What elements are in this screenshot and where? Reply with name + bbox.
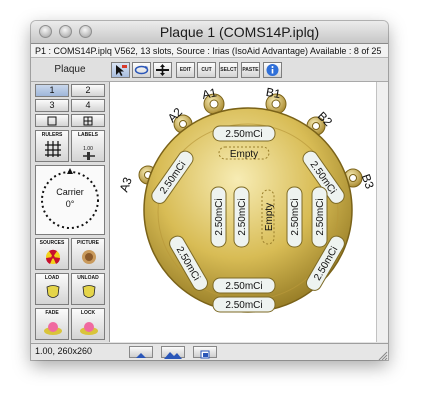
minimize-window-button[interactable] — [59, 25, 72, 38]
cut-label: CUT — [201, 67, 212, 73]
fade-button[interactable]: FADE — [35, 308, 69, 340]
view-1-button[interactable]: 1 — [35, 84, 69, 97]
large-mountain-icon — [164, 352, 182, 359]
zoom-window-button[interactable] — [79, 25, 92, 38]
carrier-label: Carrier — [56, 187, 84, 197]
grid-view-button[interactable] — [71, 114, 105, 127]
grid-icon — [83, 116, 93, 126]
plaque-canvas[interactable]: A1 B1 A2 B2 A3 B3 2.50mCi Empty 2.50mCi … — [110, 82, 376, 342]
zoom-small-button[interactable] — [129, 346, 153, 358]
square-icon — [47, 116, 57, 126]
rulers-button[interactable]: RULERS — [35, 130, 69, 162]
empty-slot-top-label: Empty — [230, 149, 258, 160]
zoom-large-button[interactable] — [161, 346, 185, 359]
unload-label: UNLOAD — [77, 275, 99, 281]
small-mountain-icon — [136, 353, 146, 358]
view-3-label: 3 — [49, 100, 55, 110]
radiation-icon — [46, 249, 60, 264]
load-button[interactable]: LOAD — [35, 273, 69, 305]
rulers-grid-icon — [45, 141, 61, 157]
paste-label: PASTE — [242, 67, 259, 73]
view-2-button[interactable]: 2 — [71, 84, 105, 97]
sources-button[interactable]: SOURCES — [35, 238, 69, 270]
eyelet-label-a3: A3 — [117, 175, 135, 194]
view-4-button[interactable]: 4 — [71, 99, 105, 112]
status-bar: 1.00, 260x260 — [31, 343, 388, 360]
lock-eye-icon — [80, 322, 98, 335]
move-tool-button[interactable] — [153, 62, 172, 78]
seed-slot-col-2-label: 2.50mCi — [237, 198, 248, 235]
seed-slot-col-5-label: 2.50mCi — [315, 198, 326, 235]
labels-slider-icon — [83, 152, 95, 160]
seed-slot-col-5[interactable]: 2.50mCi — [311, 186, 328, 248]
select-button[interactable]: SELCT — [219, 62, 238, 78]
sidebar: 1 2 3 4 RULERS LABELS 1.00 Carrier 0° SO… — [31, 82, 110, 342]
info-icon — [266, 64, 279, 76]
plaque-info-line: P1 : COMS14P.iplq V562, 13 slots, Source… — [31, 44, 388, 58]
zoom-status: 1.00, 260x260 — [35, 346, 93, 356]
labels-label: LABELS — [78, 132, 98, 138]
carrier-rotation-dial[interactable]: Carrier 0° — [35, 165, 105, 235]
seed-slot-top[interactable]: 2.50mCi — [212, 125, 276, 142]
picture-label: PICTURE — [77, 240, 99, 246]
picture-button[interactable]: PICTURE — [71, 238, 105, 270]
rotate-tool-button[interactable] — [132, 62, 151, 78]
load-plaque-icon — [46, 285, 60, 298]
plaque-label: Plaque — [54, 64, 86, 75]
seed-slot-col-4-label: 2.50mCi — [290, 198, 301, 235]
window-title: Plaque 1 (COMS14P.iplq) — [159, 24, 320, 40]
load-label: LOAD — [44, 275, 60, 281]
toolbar: Plaque EDIT CUT SELCT PASTE — [31, 59, 388, 82]
title-bar[interactable]: Plaque 1 (COMS14P.iplq) — [31, 21, 388, 44]
view-4-label: 4 — [85, 100, 91, 110]
single-view-button[interactable] — [35, 114, 69, 127]
rotate-tool-icon — [134, 65, 149, 75]
seed-slot-top-label: 2.50mCi — [225, 129, 262, 140]
cut-button[interactable]: CUT — [197, 62, 216, 78]
fade-eye-icon — [44, 322, 62, 335]
picture-icon — [82, 250, 96, 264]
paste-button[interactable]: PASTE — [241, 62, 260, 78]
empty-slot-center-label: Empty — [264, 203, 275, 231]
seed-slot-col-1-label: 2.50mCi — [214, 198, 225, 235]
seed-slot-bottom-1-label: 2.50mCi — [225, 281, 262, 292]
select-label: SELCT — [220, 67, 237, 73]
plaque-window: Plaque 1 (COMS14P.iplq) P1 : COMS14P.ipl… — [31, 21, 388, 360]
seed-slot-bottom-2-label: 2.50mCi — [225, 300, 262, 311]
arrow-tool-button[interactable] — [111, 62, 130, 78]
close-window-button[interactable] — [39, 25, 52, 38]
sources-label: SOURCES — [39, 240, 65, 246]
rulers-label: RULERS — [41, 132, 63, 138]
arrow-tool-icon — [116, 65, 127, 76]
labels-button[interactable]: LABELS 1.00 — [71, 130, 105, 162]
plaque-drawing: A1 B1 A2 B2 A3 B3 2.50mCi Empty 2.50mCi … — [117, 85, 376, 313]
fade-label: FADE — [45, 310, 59, 316]
eyelet-label-b1: B1 — [265, 85, 282, 101]
window-icon — [200, 350, 210, 359]
window-view-button[interactable] — [193, 346, 217, 359]
seed-slot-bottom-1[interactable]: 2.50mCi — [212, 277, 276, 294]
view-3-button[interactable]: 3 — [35, 99, 69, 112]
view-1-label: 1 — [49, 85, 55, 95]
move-arrows-icon — [156, 64, 169, 76]
eyelet-label-b3: B3 — [359, 172, 376, 191]
seed-slot-col-4[interactable]: 2.50mCi — [286, 186, 303, 248]
seed-slot-bottom-2[interactable]: 2.50mCi — [212, 296, 276, 313]
seed-slot-col-1[interactable]: 2.50mCi — [210, 186, 227, 248]
view-2-label: 2 — [85, 85, 91, 95]
vertical-scrollbar[interactable] — [376, 82, 388, 342]
unload-plaque-icon — [82, 285, 96, 298]
edit-label: EDIT — [179, 67, 192, 73]
lock-label: LOCK — [80, 310, 96, 316]
carrier-angle: 0° — [65, 199, 75, 209]
resize-grip-icon[interactable] — [376, 349, 388, 360]
lock-button[interactable]: LOCK — [71, 308, 105, 340]
edit-button[interactable]: EDIT — [176, 62, 195, 78]
unload-button[interactable]: UNLOAD — [71, 273, 105, 305]
info-button[interactable] — [263, 62, 282, 78]
seed-slot-col-2[interactable]: 2.50mCi — [233, 186, 250, 248]
